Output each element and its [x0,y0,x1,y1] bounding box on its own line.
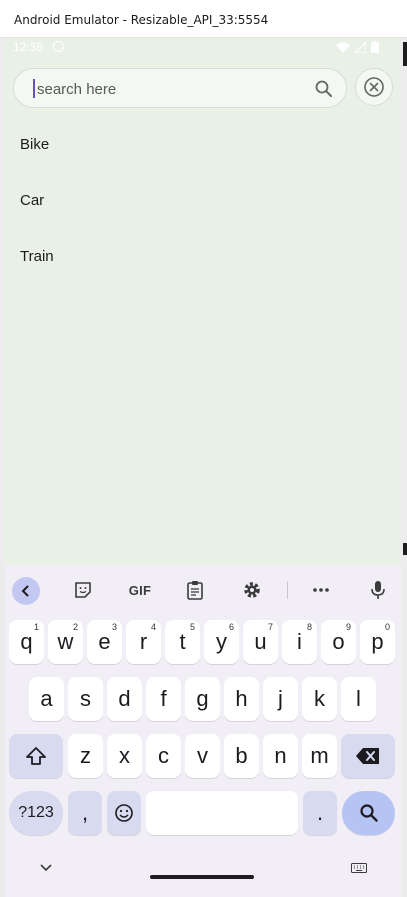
key-t[interactable]: t5 [165,620,200,664]
edge-marker [403,42,407,66]
comma-key[interactable]: , [68,791,102,835]
emoji-icon [115,804,133,822]
gesture-handle[interactable] [150,875,254,879]
key-x[interactable]: x [107,734,142,778]
key-c[interactable]: c [146,734,181,778]
backspace-key[interactable] [341,734,395,778]
navigation-bar [5,848,401,897]
edge-marker [403,543,407,555]
more-horizontal-icon [313,588,329,592]
more-button[interactable] [307,577,335,603]
key-n[interactable]: n [263,734,298,778]
search-key[interactable] [342,791,395,835]
clipboard-icon [187,581,203,600]
key-j[interactable]: j [263,677,298,721]
backspace-icon [356,748,379,764]
gif-button[interactable]: GIF [123,577,157,603]
battery-icon [371,41,379,53]
window-right-edge [401,38,407,897]
shift-icon [26,747,46,765]
shift-key[interactable] [9,734,63,778]
chevron-down-icon[interactable] [40,864,52,872]
clipboard-button[interactable] [181,577,209,603]
key-g[interactable]: g [185,677,220,721]
key-q[interactable]: q1 [9,620,44,664]
key-k[interactable]: k [302,677,337,721]
chevron-left-icon [21,585,29,597]
key-w[interactable]: w2 [48,620,83,664]
key-d[interactable]: d [107,677,142,721]
window-title: Android Emulator - Resizable_API_33:5554 [14,13,269,27]
key-u[interactable]: u7 [243,620,278,664]
key-o[interactable]: o9 [321,620,356,664]
gear-icon [244,582,260,598]
list-item[interactable]: Train [20,248,54,265]
symbols-key[interactable]: ?123 [9,791,63,835]
key-h[interactable]: h [224,677,259,721]
text-cursor [33,79,35,98]
key-s[interactable]: s [68,677,103,721]
keyboard-switch-icon[interactable] [351,863,367,873]
key-f[interactable]: f [146,677,181,721]
voice-input-button[interactable] [364,577,392,603]
close-circle-icon [364,77,384,97]
key-r[interactable]: r4 [126,620,161,664]
keyboard-back-button[interactable] [12,577,40,605]
sticker-button[interactable] [69,577,97,603]
window-titlebar[interactable]: Android Emulator - Resizable_API_33:5554 [0,0,407,38]
key-i[interactable]: i8 [282,620,317,664]
search-icon[interactable] [314,79,334,99]
notification-icon [53,41,64,52]
key-l[interactable]: l [341,677,376,721]
search-icon [359,804,378,822]
emulator-window: Android Emulator - Resizable_API_33:5554… [0,0,407,897]
keyboard-toolbar: GIF [5,565,401,615]
toolbar-divider [287,581,288,599]
clear-button[interactable] [355,68,393,106]
key-z[interactable]: z [68,734,103,778]
key-v[interactable]: v [185,734,220,778]
key-p[interactable]: p0 [360,620,395,664]
soft-keyboard: GIF q1 w2 e3 r4 t5 y6 u 7 i 8 o 9 p 0 a … [5,565,401,897]
key-b[interactable]: b [224,734,259,778]
key-a[interactable]: a [29,677,64,721]
status-time: 12:38 [13,40,44,54]
status-bar: 12:38 [5,38,401,58]
key-e[interactable]: e3 [87,620,122,664]
sticker-icon [75,582,91,598]
key-y[interactable]: y6 [204,620,239,664]
period-key[interactable]: . [303,791,337,835]
key-m[interactable]: m [302,734,337,778]
phone-screen: 12:38 Bike Car Train [5,38,401,897]
search-bar[interactable] [13,68,347,108]
spacebar-key[interactable] [146,791,298,835]
emoji-key[interactable] [107,791,141,835]
search-input[interactable] [37,75,297,103]
microphone-icon [371,581,385,599]
settings-button[interactable] [238,577,266,603]
wifi-icon [336,42,350,53]
signal-icon [355,41,366,53]
list-item[interactable]: Car [20,192,44,209]
list-item[interactable]: Bike [20,136,49,153]
